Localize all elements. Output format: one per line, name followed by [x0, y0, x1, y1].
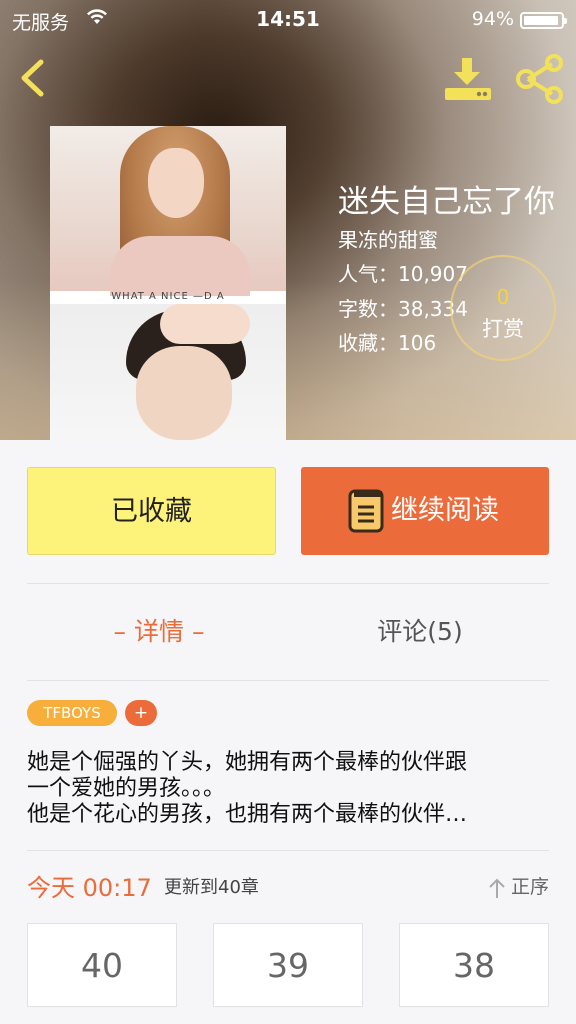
update-time: 今天 00:17 [27, 874, 152, 902]
download-icon[interactable] [442, 56, 494, 102]
synopsis[interactable]: 她是个倔强的丫头，她拥有两个最棒的伙伴跟 一个爱她的男孩。。。 他是个花心的男孩… [27, 750, 549, 828]
tag-tfboys[interactable]: TFBOYS [27, 700, 117, 726]
arrow-up-icon [489, 878, 505, 898]
word-count-stat: 字数：38,334 [338, 297, 468, 321]
tab-comments[interactable]: 评论(5) [360, 612, 480, 652]
sort-order-label: 正序 [510, 876, 549, 898]
sort-order-toggle[interactable]: 正序 [487, 872, 549, 899]
book-cover[interactable]: WHAT A NICE —D A [50, 126, 286, 440]
continue-reading-label: 继续阅读 [391, 495, 499, 526]
update-info: 更新到40章 [164, 877, 259, 898]
add-tag-button[interactable]: + [125, 700, 157, 726]
status-bar: 无服务 14:51 94% [0, 0, 576, 40]
favorites-stat: 收藏：106 [338, 331, 437, 355]
cover-face-shape-2 [136, 346, 232, 440]
continue-reading-button[interactable]: 继续阅读 [301, 467, 549, 555]
cover-face-shape [148, 148, 204, 218]
collected-button[interactable]: 已收藏 [27, 467, 276, 555]
battery-percent: 94% [471, 8, 514, 30]
divider [27, 680, 549, 681]
book-title: 迷失自己忘了你 [338, 184, 555, 220]
synopsis-line: 她是个倔强的丫头，她拥有两个最棒的伙伴跟 [27, 750, 468, 775]
synopsis-line: 一个爱她的男孩。。。 [27, 776, 226, 801]
chapter-button[interactable]: 39 [213, 923, 363, 1007]
book-detail-screen: 无服务 14:51 94% WHAT A NICE —D A 迷失自己忘了你 果… [0, 0, 576, 1024]
chevron-left-icon[interactable] [14, 56, 54, 100]
cover-hand-shape [160, 304, 250, 344]
book-author[interactable]: 果冻的甜蜜 [338, 224, 438, 253]
divider [27, 583, 549, 584]
chapter-button[interactable]: 38 [399, 923, 549, 1007]
tab-details[interactable]: – 详情 – [100, 612, 218, 652]
book-icon [348, 489, 384, 533]
battery-level [524, 16, 558, 25]
tip-count: 0 [496, 285, 510, 309]
synopsis-line: 他是个花心的男孩，也拥有两个最棒的伙伴… [27, 802, 468, 827]
battery-icon [520, 12, 567, 29]
cover-sweater-shape [110, 236, 250, 296]
tip-button[interactable]: 0 打赏 [450, 255, 556, 361]
popularity-stat: 人气：10,907 [338, 262, 468, 286]
share-icon[interactable] [514, 54, 566, 104]
chapter-button[interactable]: 40 [27, 923, 177, 1007]
divider [27, 850, 549, 851]
tip-label: 打赏 [482, 317, 524, 341]
cover-caption: WHAT A NICE —D A [111, 291, 225, 302]
